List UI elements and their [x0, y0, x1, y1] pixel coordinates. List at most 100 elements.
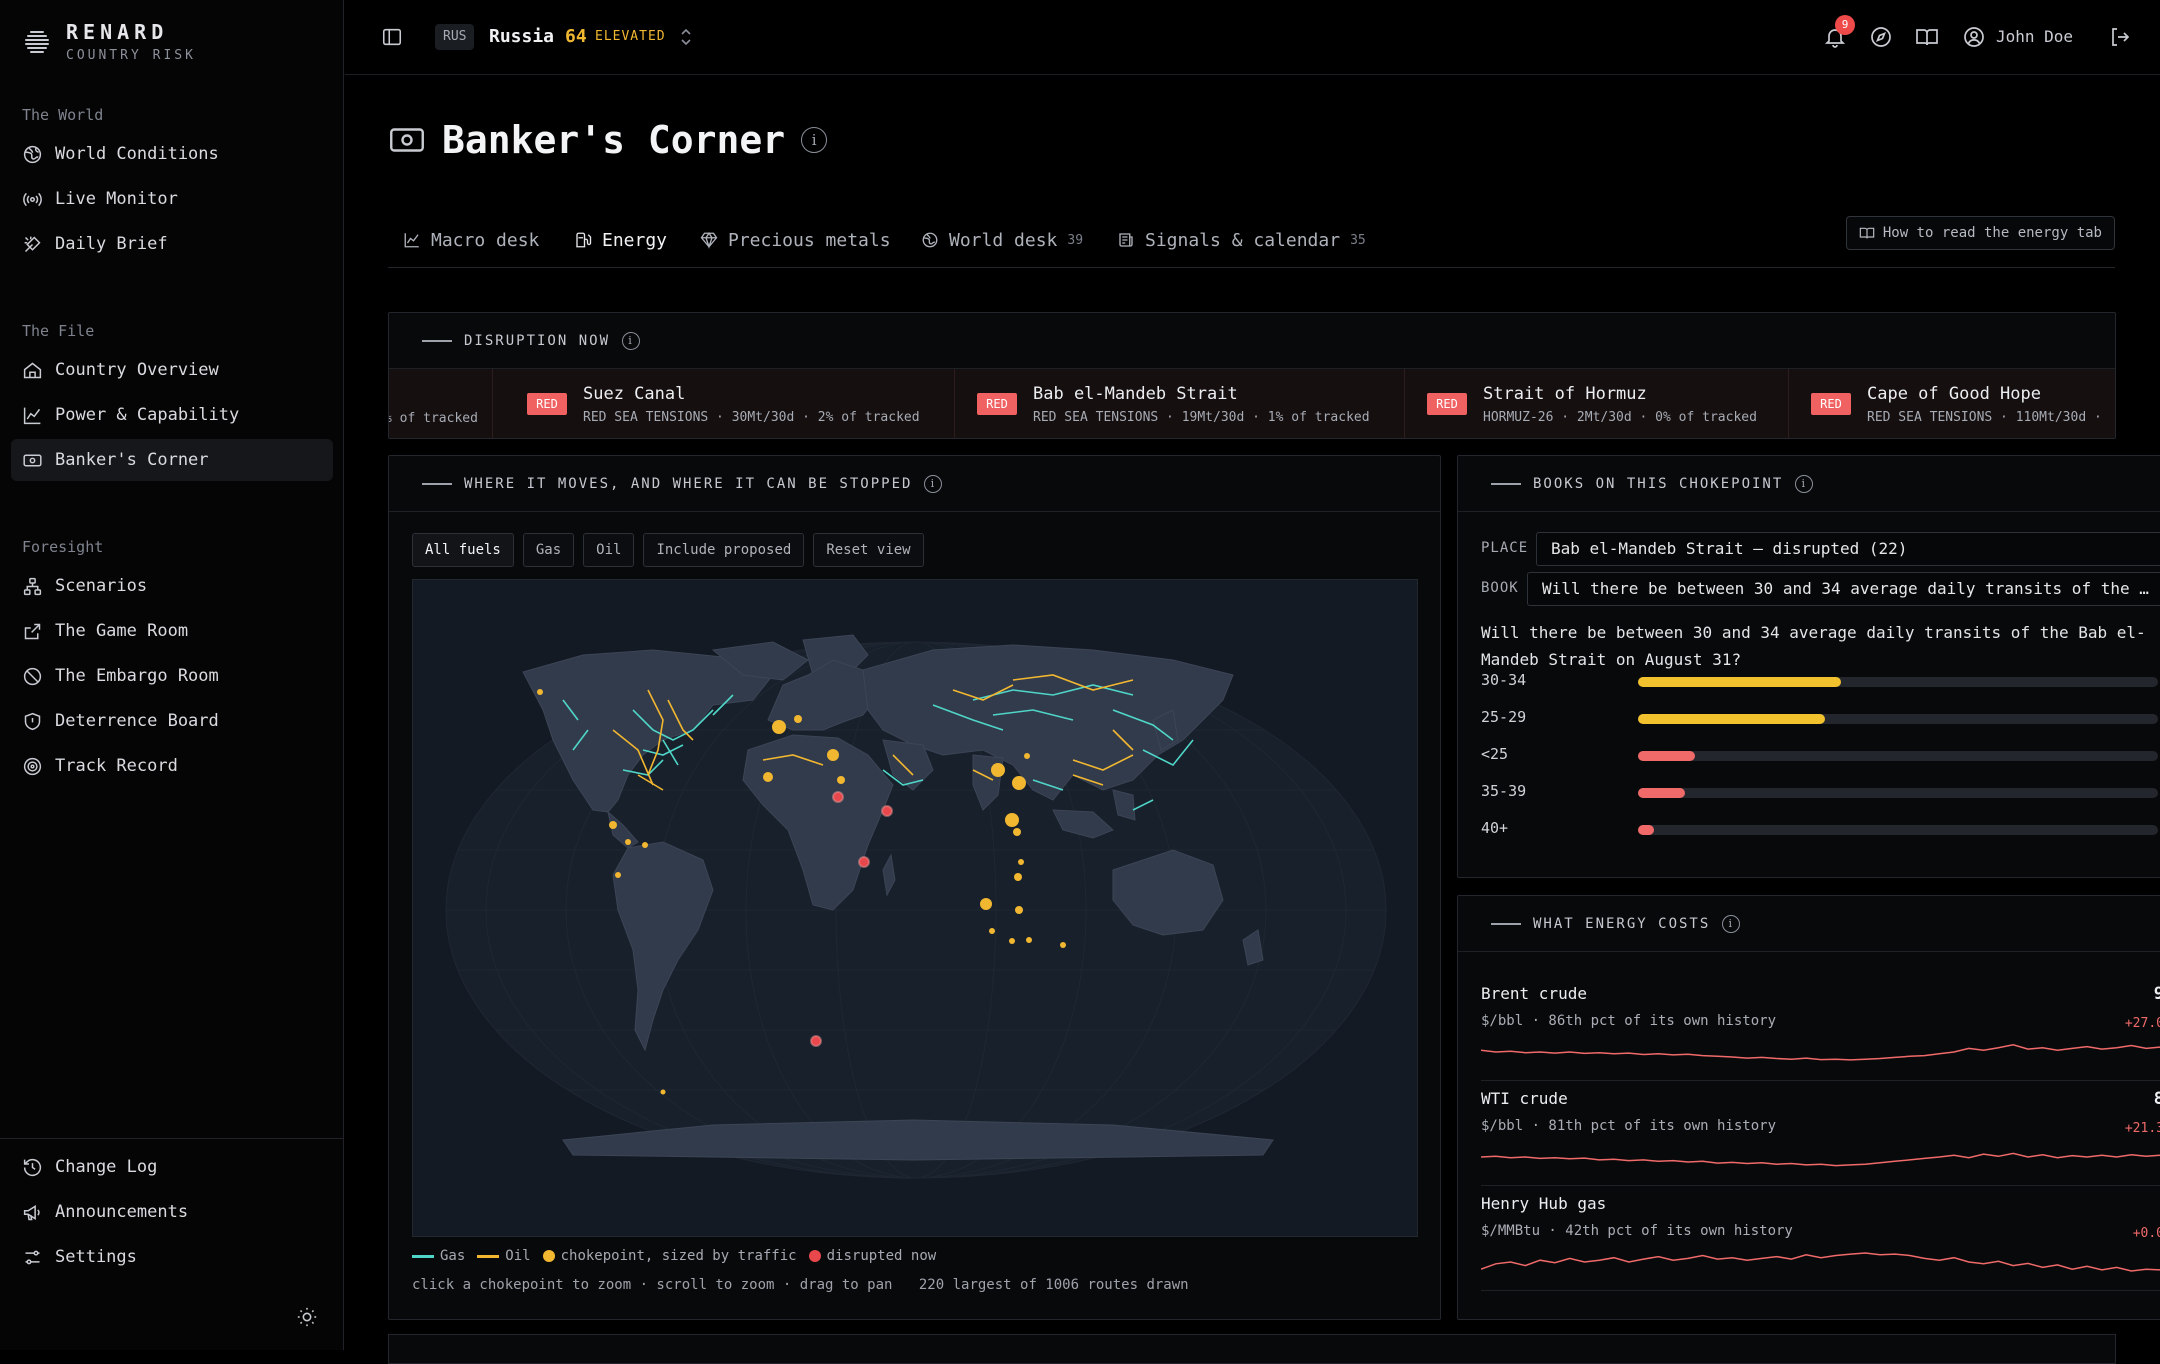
place-label: PLACE — [1481, 540, 1529, 556]
tab-energy[interactable]: Energy — [574, 220, 667, 260]
cost-item-brent[interactable]: Brent crude $/bbl · 86th pct of its own … — [1481, 984, 2160, 1081]
chokepoint-marker[interactable] — [794, 715, 802, 723]
chokepoint-marker[interactable] — [1013, 828, 1021, 836]
sidebar-item-track-record[interactable]: Track Record — [11, 745, 333, 787]
cost-item-wti[interactable]: WTI crude $/bbl · 81th pct of its own hi… — [1481, 1089, 2160, 1186]
chokepoint-marker[interactable] — [837, 776, 845, 784]
info-icon[interactable]: i — [1795, 474, 1814, 493]
book-select[interactable]: Will there be between 30 and 34 average … — [1527, 572, 2160, 606]
tab-world-desk[interactable]: World desk 39 — [921, 220, 1083, 260]
sidebar-item-deterrence-board[interactable]: Deterrence Board — [11, 700, 333, 742]
chip-include-proposed[interactable]: Include proposed — [643, 533, 805, 567]
info-icon[interactable]: i — [924, 474, 943, 493]
compass-icon[interactable] — [1869, 25, 1893, 49]
chip-all-fuels[interactable]: All fuels — [412, 533, 514, 567]
sidebar-item-announcements[interactable]: Announcements — [11, 1191, 333, 1233]
sidebar-toggle-icon[interactable] — [381, 26, 403, 48]
chokepoint-marker[interactable] — [642, 842, 648, 848]
sidebar-item-label: Deterrence Board — [55, 711, 219, 731]
disruption-item[interactable]: % of tracked — [389, 369, 493, 438]
world-map-canvas[interactable] — [413, 580, 1419, 1238]
sidebar-item-world-conditions[interactable]: World Conditions — [11, 133, 333, 175]
world-map[interactable] — [412, 579, 1418, 1237]
disruption-item[interactable]: RED Suez Canal RED SEA TENSIONS · 30Mt/3… — [505, 369, 955, 438]
sun-icon[interactable] — [296, 1306, 318, 1328]
chokepoint-marker[interactable] — [660, 1089, 666, 1095]
panel-header: WHAT ENERGY COSTS i — [1458, 896, 2160, 952]
sidebar-item-country-overview[interactable]: Country Overview — [11, 349, 333, 391]
chokepoint-marker[interactable] — [615, 872, 621, 878]
cost-item-henry-hub[interactable]: Henry Hub gas $/MMBtu · 42th pct of its … — [1481, 1194, 2160, 1291]
status-badge: RED — [527, 393, 567, 415]
info-icon[interactable]: i — [801, 127, 828, 153]
chokepoint-marker[interactable] — [1026, 937, 1032, 943]
chokepoint-marker[interactable] — [609, 821, 617, 829]
tab-macro-desk[interactable]: Macro desk — [403, 220, 539, 260]
header-dash — [422, 482, 452, 485]
chokepoint-marker[interactable] — [1024, 753, 1030, 759]
tab-precious-metals[interactable]: Precious metals — [700, 220, 891, 260]
chokepoint-marker[interactable] — [625, 839, 631, 845]
chokepoint-marker[interactable] — [1014, 873, 1022, 881]
chokepoint-marker[interactable] — [537, 689, 543, 695]
brand[interactable]: RENARD COUNTRY RISK — [22, 20, 196, 63]
nav-section-footer: Change Log Announcements Settings — [0, 1143, 344, 1281]
sidebar-item-change-log[interactable]: Change Log — [11, 1146, 333, 1188]
chokepoint-marker[interactable] — [1060, 942, 1066, 948]
chokepoint-marker[interactable] — [1015, 906, 1023, 914]
user-name[interactable]: John Doe — [1996, 25, 2073, 49]
chip-gas[interactable]: Gas — [522, 533, 575, 567]
distribution-row: 35-39 — [1481, 782, 2160, 802]
user-icon[interactable] — [1962, 25, 1986, 49]
sidebar-item-embargo-room[interactable]: The Embargo Room — [11, 655, 333, 697]
chokepoint-marker[interactable] — [989, 928, 995, 934]
reset-view-button[interactable]: Reset view — [813, 533, 924, 567]
cost-detail: $/MMBtu · 42th pct of its own history — [1481, 1223, 1793, 1239]
chokepoint-marker[interactable] — [991, 763, 1005, 777]
chokepoint-marker[interactable] — [827, 749, 839, 761]
sidebar-item-game-room[interactable]: The Game Room — [11, 610, 333, 652]
energy-help-button[interactable]: How to read the energy tab — [1845, 216, 2115, 250]
sidebar-item-settings[interactable]: Settings — [11, 1236, 333, 1278]
sidebar-item-daily-brief[interactable]: Daily Brief — [11, 223, 333, 265]
cost-detail: $/bbl · 86th pct of its own history — [1481, 1013, 1777, 1029]
chokepoint-marker[interactable] — [1009, 938, 1015, 944]
disruption-item[interactable]: RED Cape of Good Hope RED SEA TENSIONS ·… — [1789, 369, 2115, 438]
sidebar-item-power-capability[interactable]: Power & Capability — [11, 394, 333, 436]
chokepoint-name: Suez Canal — [583, 383, 686, 404]
disrupted-chokepoint[interactable] — [881, 805, 893, 817]
chokepoint-marker[interactable] — [763, 772, 773, 782]
sparkline-path — [1481, 1252, 2160, 1272]
disruption-item[interactable]: RED Bab el-Mandeb Strait RED SEA TENSION… — [955, 369, 1405, 438]
book-open-icon[interactable] — [1915, 25, 1939, 49]
divider — [1481, 1290, 2160, 1291]
place-select[interactable]: Bab el-Mandeb Strait — disrupted (22) — [1536, 532, 2160, 566]
header-dash — [422, 339, 452, 342]
tab-signals-calendar[interactable]: Signals & calendar 35 — [1117, 220, 1366, 260]
disrupted-chokepoint[interactable] — [810, 1035, 822, 1047]
chokepoint-marker[interactable] — [1005, 813, 1019, 827]
country-name[interactable]: Russia — [489, 24, 554, 50]
disrupted-chokepoint[interactable] — [858, 856, 870, 868]
chip-oil[interactable]: Oil — [583, 533, 635, 567]
sidebar-item-live-monitor[interactable]: Live Monitor — [11, 178, 333, 220]
megaphone-icon — [23, 1204, 40, 1220]
divider — [1481, 1080, 2160, 1081]
sidebar-item-scenarios[interactable]: Scenarios — [11, 565, 333, 607]
chokepoint-marker[interactable] — [1018, 859, 1024, 865]
chokepoint-marker[interactable] — [1012, 776, 1026, 790]
chokepoint-marker[interactable] — [772, 720, 786, 734]
cost-name: WTI crude — [1481, 1089, 1568, 1108]
chokepoint-marker[interactable] — [980, 898, 992, 910]
notification-badge: 9 — [1835, 15, 1855, 35]
gem-icon — [700, 232, 718, 249]
info-icon[interactable]: i — [622, 331, 641, 350]
info-icon[interactable]: i — [1722, 914, 1741, 933]
disrupted-chokepoint[interactable] — [832, 791, 844, 803]
disruption-item[interactable]: RED Strait of Hormuz HORMUZ-26 · 2Mt/30d… — [1405, 369, 1789, 438]
logout-icon[interactable] — [2108, 25, 2132, 49]
sidebar-item-bankers-corner[interactable]: Banker's Corner — [11, 439, 333, 481]
chevron-up-down-icon[interactable] — [678, 27, 694, 47]
banknote-icon — [23, 454, 42, 466]
oil-swatch — [477, 1254, 500, 1258]
